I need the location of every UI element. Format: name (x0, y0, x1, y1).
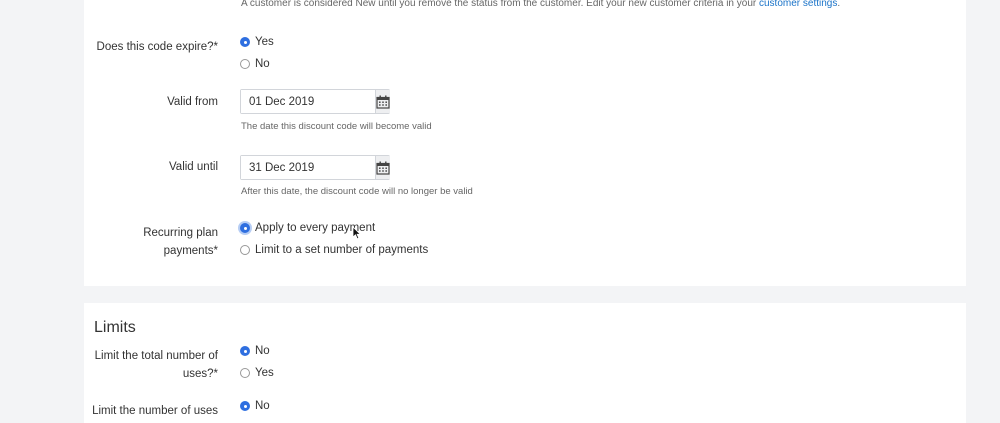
valid-until-label: Valid until (168, 161, 218, 173)
radio-unchecked-icon (240, 245, 250, 255)
expire-label: Does this code expire?* (96, 41, 218, 53)
recurring-label-line2: payments* (163, 245, 218, 257)
expire-yes-radio[interactable]: Yes (240, 36, 274, 48)
valid-from-label: Valid from (167, 96, 218, 108)
radio-checked-icon (240, 37, 250, 47)
radio-checked-icon (240, 223, 250, 233)
radio-unchecked-icon (240, 368, 250, 378)
total-uses-label-line1: Limit the total number of (94, 350, 218, 362)
recurring-label-line1: Recurring plan (143, 227, 218, 239)
customer-settings-link[interactable]: customer settings (759, 0, 837, 9)
note-period: . (837, 0, 841, 9)
total-uses-no-radio[interactable]: No (240, 345, 270, 357)
number-uses-no-radio[interactable]: No (240, 400, 270, 412)
total-uses-yes-label: Yes (255, 367, 274, 379)
radio-checked-icon (240, 401, 250, 411)
valid-until-help: After this date, the discount code will … (241, 186, 473, 197)
expire-no-radio[interactable]: No (240, 58, 270, 70)
expire-no-label: No (255, 58, 270, 70)
limits-card: Limits Limit the total number of uses?* … (84, 303, 966, 423)
recurring-set-number-label: Limit to a set number of payments (255, 244, 429, 256)
total-uses-yes-radio[interactable]: Yes (240, 367, 274, 379)
total-uses-label: Limit the total number of uses?* (8, 347, 218, 383)
valid-until-input[interactable] (241, 156, 375, 179)
radio-checked-icon (240, 346, 250, 356)
valid-from-input[interactable] (241, 90, 375, 113)
mouse-pointer-icon (352, 226, 362, 240)
calendar-icon (376, 161, 390, 175)
new-customer-note: A customer is considered New until you r… (241, 0, 840, 9)
calendar-icon (376, 95, 390, 109)
radio-unchecked-icon (240, 59, 250, 69)
valid-from-calendar-button[interactable] (375, 90, 390, 113)
number-uses-label: Limit the number of uses (92, 405, 218, 417)
valid-until-date-picker (240, 155, 390, 180)
discount-settings-card: A customer is considered New until you r… (84, 0, 966, 286)
new-customer-note-text: A customer is considered New until you r… (241, 0, 757, 9)
expire-yes-label: Yes (255, 36, 274, 48)
recurring-set-number-radio[interactable]: Limit to a set number of payments (240, 244, 428, 256)
number-uses-no-label: No (255, 400, 270, 412)
limits-title: Limits (94, 319, 136, 336)
valid-from-help: The date this discount code will become … (241, 121, 432, 132)
recurring-label: Recurring plan payments* (8, 224, 218, 260)
total-uses-no-label: No (255, 345, 270, 357)
valid-until-calendar-button[interactable] (375, 156, 390, 179)
total-uses-label-line2: uses?* (182, 368, 218, 380)
valid-from-date-picker (240, 89, 390, 114)
